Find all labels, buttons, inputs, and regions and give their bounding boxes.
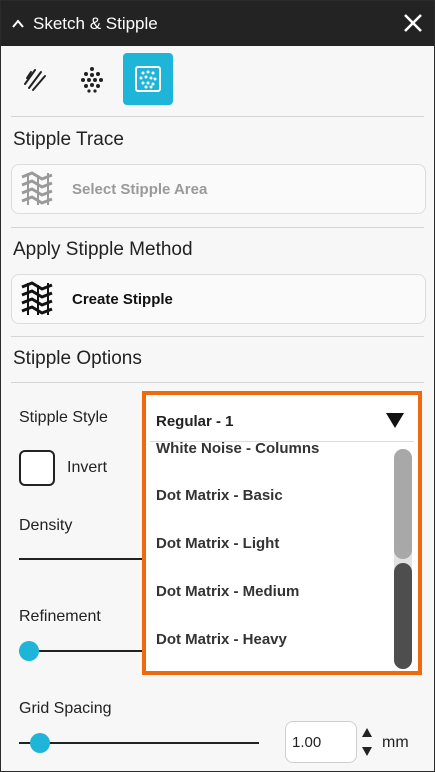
invert-checkbox[interactable]	[19, 450, 55, 486]
create-stipple-icon	[21, 281, 53, 315]
tab-stipple-dots[interactable]	[67, 53, 117, 105]
select-stipple-area-button[interactable]: Select Stipple Area	[11, 164, 426, 214]
density-slider[interactable]	[19, 558, 143, 560]
dropdown-arrow-icon[interactable]	[386, 413, 404, 428]
style-option-dot-matrix-basic[interactable]: Dot Matrix - Basic	[156, 487, 283, 504]
stipple-style-value: Regular - 1	[156, 412, 234, 430]
close-icon[interactable]	[402, 12, 424, 34]
create-stipple-label: Create Stipple	[72, 290, 173, 308]
apply-method-title: Apply Stipple Method	[13, 239, 193, 260]
chevron-up-icon[interactable]	[11, 17, 25, 31]
grid-spacing-slider-handle[interactable]	[30, 733, 50, 753]
stipple-style-options-list: White Noise - Columns Dot Matrix - Basic…	[150, 441, 414, 668]
divider	[11, 382, 424, 383]
stipple-style-select[interactable]: Regular - 1	[152, 401, 412, 441]
tab-stipple-options[interactable]	[123, 53, 173, 105]
tool-tabs	[11, 53, 173, 105]
select-stipple-area-label: Select Stipple Area	[72, 180, 208, 198]
titlebar: Sketch & Stipple	[1, 1, 434, 46]
stipple-options-title: Stipple Options	[13, 348, 142, 369]
style-option-white-noise-columns[interactable]: White Noise - Columns	[156, 442, 319, 457]
window-title: Sketch & Stipple	[33, 13, 158, 33]
grid-spacing-input[interactable]	[285, 721, 357, 763]
divider	[11, 336, 424, 337]
style-option-dot-matrix-heavy[interactable]: Dot Matrix - Heavy	[156, 631, 287, 648]
divider	[11, 227, 424, 228]
style-option-dot-matrix-light[interactable]: Dot Matrix - Light	[156, 535, 279, 552]
style-option-dot-matrix-medium[interactable]: Dot Matrix - Medium	[156, 583, 299, 600]
stipple-dots-icon	[81, 67, 103, 93]
refinement-slider-handle[interactable]	[19, 641, 39, 661]
grid-spacing-unit: mm	[382, 734, 409, 751]
divider	[11, 116, 424, 117]
stipple-area-icon	[21, 171, 53, 205]
stipple-trace-title: Stipple Trace	[13, 129, 124, 150]
grid-spacing-label: Grid Spacing	[19, 700, 112, 717]
dropdown-scrollbar-thumb[interactable]	[394, 563, 412, 669]
stipple-style-dropdown[interactable]: Regular - 1 White Noise - Columns Dot Ma…	[142, 391, 422, 675]
grid-spacing-stepper-icon[interactable]	[361, 726, 373, 758]
dropdown-scrollbar-upper[interactable]	[394, 449, 412, 559]
create-stipple-button[interactable]: Create Stipple	[11, 274, 426, 324]
stipple-frame-icon	[135, 66, 161, 92]
stipple-style-label: Stipple Style	[19, 409, 108, 426]
refinement-label: Refinement	[19, 608, 101, 625]
invert-label: Invert	[67, 459, 108, 476]
density-label: Density	[19, 517, 73, 534]
grid-spacing-slider[interactable]	[19, 742, 259, 744]
sketch-lines-icon	[24, 69, 46, 91]
tab-sketch[interactable]	[11, 53, 61, 105]
sketch-stipple-panel: Sketch & Stipple Stipple Trace Select St…	[0, 0, 435, 772]
